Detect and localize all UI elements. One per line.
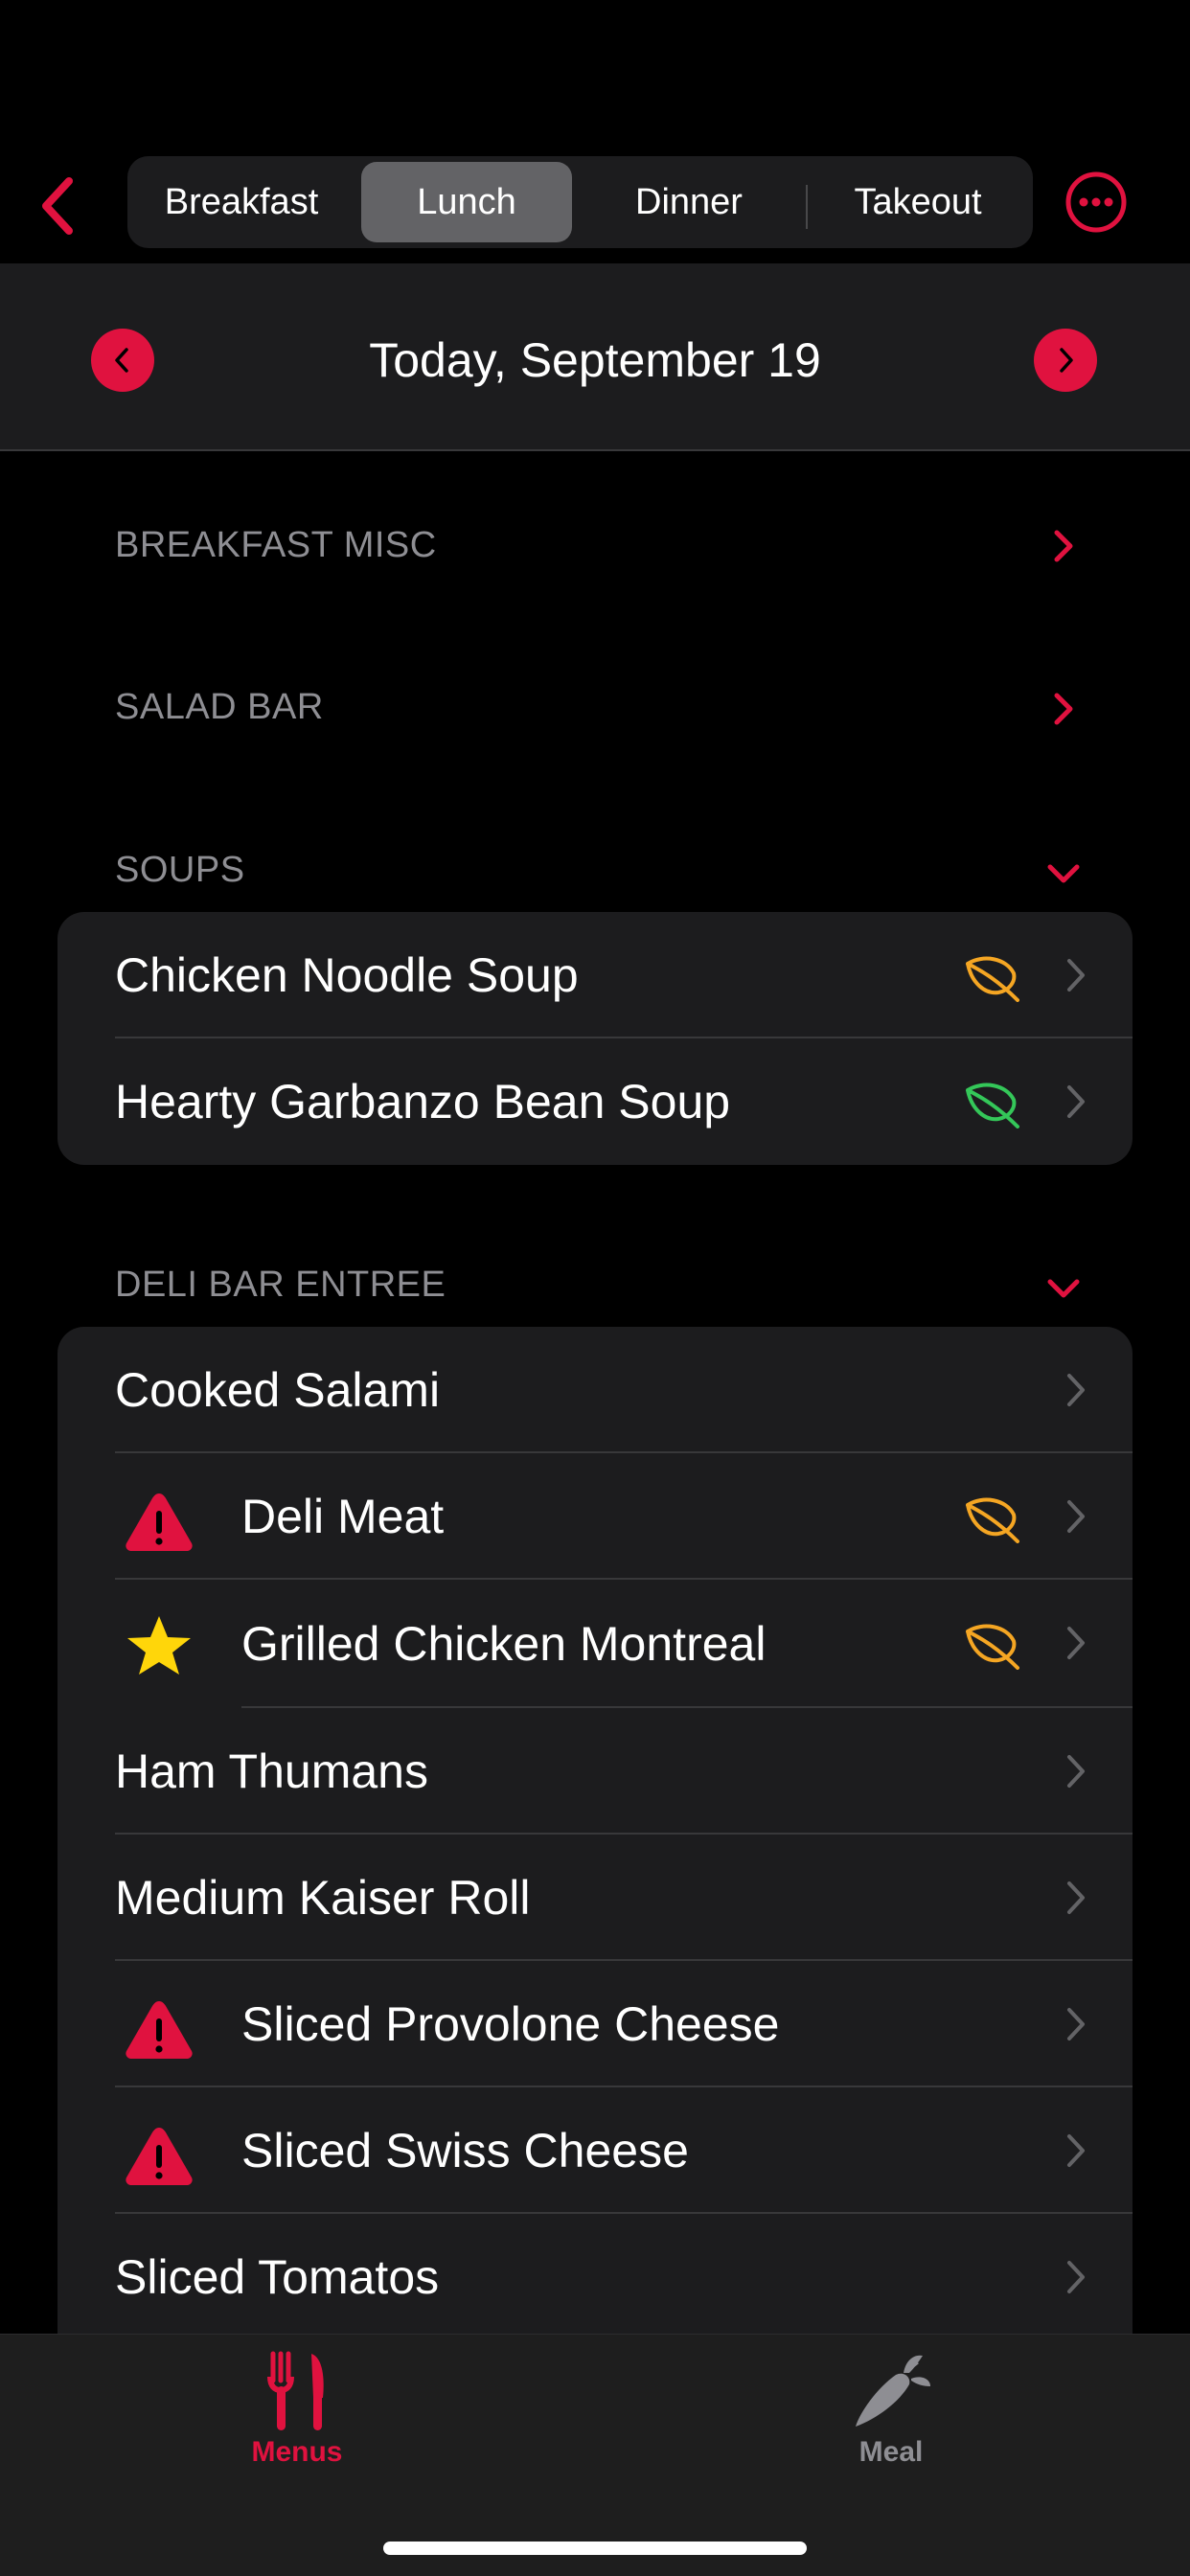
section-expand-breakfast-misc[interactable] xyxy=(1044,527,1083,565)
leaf-icon xyxy=(966,956,1019,1002)
meal-segmented-control: Breakfast Lunch Dinner Takeout xyxy=(127,156,1033,248)
section-header-breakfast-misc[interactable]: BREAKFAST MISC xyxy=(115,525,437,566)
segment-takeout[interactable]: Takeout xyxy=(810,162,1026,242)
tab-menus-label: Menus xyxy=(251,2436,343,2468)
menu-item-row[interactable]: Sliced Tomatos xyxy=(57,2214,1133,2340)
tab-bar: Menus Meal xyxy=(0,2334,1190,2576)
date-navigation: Today, September 19 xyxy=(0,263,1190,451)
segment-divider xyxy=(806,185,808,229)
leaf-icon xyxy=(966,1083,1019,1128)
section-header-deli-bar-entree[interactable]: DELI BAR ENTREE xyxy=(115,1265,446,1306)
menu-item-row[interactable]: Sliced Provolone Cheese xyxy=(57,1961,1133,2087)
menu-item-name: Sliced Provolone Cheese xyxy=(241,1997,780,2051)
menu-item-name: Chicken Noodle Soup xyxy=(115,948,579,1002)
chevron-right-icon xyxy=(1067,1374,1085,1406)
chevron-right-icon xyxy=(1067,1500,1085,1533)
section-expand-salad-bar[interactable] xyxy=(1044,690,1083,728)
menu-item-name: Grilled Chicken Montreal xyxy=(241,1617,767,1671)
chevron-right-icon xyxy=(1067,959,1085,992)
menu-item-row[interactable]: Deli Meat xyxy=(57,1453,1133,1580)
menu-item-name: Sliced Swiss Cheese xyxy=(241,2124,689,2177)
star-icon xyxy=(127,1616,191,1675)
next-day-button[interactable] xyxy=(1034,329,1097,392)
menu-item-row[interactable]: Sliced Swiss Cheese xyxy=(57,2087,1133,2214)
chevron-right-icon xyxy=(1067,1627,1085,1659)
leaf-icon xyxy=(966,1624,1019,1670)
menu-item-name: Medium Kaiser Roll xyxy=(115,1871,531,1925)
warning-icon xyxy=(126,2128,193,2185)
menu-item-name: Sliced Tomatos xyxy=(115,2250,440,2304)
tab-meal[interactable]: Meal xyxy=(747,2335,1035,2497)
segment-breakfast[interactable]: Breakfast xyxy=(133,162,350,242)
chevron-right-icon xyxy=(1054,530,1073,562)
chevron-right-icon xyxy=(1067,2134,1085,2167)
home-indicator xyxy=(383,2542,807,2555)
back-button[interactable] xyxy=(29,172,86,239)
menu-item-row[interactable]: Grilled Chicken Montreal xyxy=(57,1580,1133,1708)
chevron-right-icon xyxy=(1067,1085,1085,1118)
tab-menus[interactable]: Menus xyxy=(153,2335,441,2497)
segment-dinner[interactable]: Dinner xyxy=(584,162,794,242)
date-title: Today, September 19 xyxy=(369,333,821,387)
segment-lunch[interactable]: Lunch xyxy=(361,162,572,242)
chevron-right-icon xyxy=(1067,1755,1085,1788)
menu-item-name: Hearty Garbanzo Bean Soup xyxy=(115,1075,731,1128)
warning-icon xyxy=(126,2001,193,2059)
menu-item-row[interactable]: Hearty Garbanzo Bean Soup xyxy=(57,1038,1133,1165)
chevron-down-icon xyxy=(1047,1279,1080,1298)
menu-item-row[interactable]: Cooked Salami xyxy=(57,1327,1133,1453)
chevron-right-icon xyxy=(1067,2008,1085,2040)
chevron-right-icon xyxy=(1067,2261,1085,2293)
deli-bar-entree-list: Cooked Salami Deli Meat Grilled Chicken … xyxy=(57,1327,1133,2381)
section-collapse-soups[interactable] xyxy=(1044,855,1083,893)
carrot-icon xyxy=(856,2355,930,2427)
section-header-soups[interactable]: SOUPS xyxy=(115,850,245,891)
menu-item-row[interactable]: Medium Kaiser Roll xyxy=(57,1835,1133,1961)
more-options-button[interactable] xyxy=(1061,167,1132,238)
warning-icon xyxy=(126,1493,193,1551)
soups-list: Chicken Noodle Soup Hearty Garbanzo Bean… xyxy=(57,912,1133,1165)
menu-item-row[interactable]: Ham Thumans xyxy=(57,1708,1133,1835)
chevron-left-icon xyxy=(42,177,73,235)
top-nav-bar: Breakfast Lunch Dinner Takeout xyxy=(0,144,1190,263)
chevron-right-icon xyxy=(1054,693,1073,725)
ellipsis-circle-icon xyxy=(1065,171,1127,233)
tab-meal-label: Meal xyxy=(858,2436,924,2468)
menu-item-name: Ham Thumans xyxy=(115,1744,428,1798)
section-collapse-deli-bar-entree[interactable] xyxy=(1044,1269,1083,1308)
section-header-salad-bar[interactable]: SALAD BAR xyxy=(115,687,324,728)
menu-item-name: Deli Meat xyxy=(241,1490,445,1543)
chevron-right-icon xyxy=(1067,1881,1085,1914)
leaf-icon xyxy=(966,1497,1019,1543)
fork-knife-icon xyxy=(267,2351,324,2430)
menu-item-name: Cooked Salami xyxy=(115,1363,441,1417)
menu-item-row[interactable]: Chicken Noodle Soup xyxy=(57,912,1133,1038)
chevron-down-icon xyxy=(1047,864,1080,883)
chevron-right-icon xyxy=(1060,348,1073,373)
